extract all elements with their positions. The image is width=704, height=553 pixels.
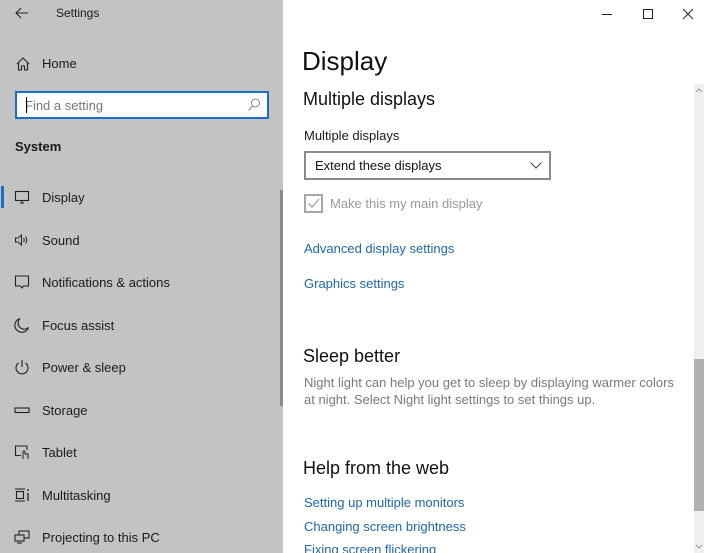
scrollbar-thumb[interactable]	[694, 359, 704, 511]
sidebar-item-label: Display	[42, 190, 85, 205]
sidebar-nav: Display Sound Notifications & actions Fo…	[1, 176, 284, 553]
maximize-icon	[643, 9, 653, 19]
speaker-icon	[15, 233, 28, 246]
storage-icon	[14, 406, 30, 413]
checkmark-icon	[308, 198, 320, 208]
sidebar-item-display[interactable]: Display	[1, 176, 284, 219]
sidebar-item-projecting[interactable]: Projecting to this PC	[1, 516, 284, 553]
sidebar-item-focus-assist[interactable]: Focus assist	[1, 304, 284, 347]
sidebar-item-label: Storage	[42, 402, 88, 418]
scroll-down-button[interactable]	[694, 541, 704, 553]
graphics-settings-link[interactable]: Graphics settings	[304, 276, 404, 291]
section-title-system: System	[15, 139, 62, 154]
minimize-icon	[602, 14, 612, 15]
advanced-display-settings-link[interactable]: Advanced display settings	[304, 241, 454, 256]
sidebar-item-label: Projecting to this PC	[42, 530, 160, 545]
title-bar: Settings	[1, 0, 284, 28]
close-button[interactable]	[668, 0, 704, 28]
multiple-displays-label: Multiple displays	[304, 128, 400, 143]
monitor-icon	[14, 190, 30, 204]
sidebar-item-power-sleep[interactable]: Power & sleep	[1, 346, 284, 389]
chevron-down-icon	[695, 544, 703, 549]
section-heading-multiple-displays: Multiple displays	[303, 89, 436, 109]
sidebar-item-label: Notifications & actions	[42, 275, 170, 290]
search-icon[interactable]	[247, 97, 261, 113]
section-heading-sleep-better: Sleep better	[303, 346, 401, 366]
section-heading-help: Help from the web	[303, 458, 450, 478]
text-caret	[26, 97, 27, 113]
scroll-up-button[interactable]	[694, 84, 704, 96]
sidebar: Settings Home System Display S	[0, 0, 283, 553]
sidebar-item-sound[interactable]: Sound	[1, 219, 284, 262]
moon-icon	[14, 317, 30, 333]
back-button[interactable]	[11, 3, 33, 23]
sidebar-item-notifications[interactable]: Notifications & actions	[1, 261, 284, 304]
sidebar-item-home[interactable]: Home	[1, 50, 284, 78]
chevron-down-icon	[530, 162, 542, 169]
sidebar-item-tablet[interactable]: Tablet	[1, 431, 284, 474]
main-content: Display Multiple displays Multiple displ…	[283, 0, 704, 553]
projecting-icon	[14, 530, 30, 544]
maximize-button[interactable]	[628, 0, 668, 28]
help-link-screen-brightness[interactable]: Changing screen brightness	[304, 519, 466, 534]
multiple-displays-dropdown[interactable]: Extend these displays	[304, 151, 551, 180]
sidebar-item-label: Sound	[42, 232, 80, 248]
sidebar-item-label: Power & sleep	[42, 360, 126, 375]
dropdown-selected-value: Extend these displays	[315, 158, 442, 173]
main-scrollbar[interactable]	[694, 84, 704, 553]
page-title: Display	[302, 46, 388, 76]
main-display-checkbox[interactable]: Make this my main display	[304, 193, 482, 213]
close-icon	[682, 8, 694, 20]
help-link-screen-flickering[interactable]: Fixing screen flickering	[304, 542, 436, 553]
search-input[interactable]	[17, 94, 237, 116]
sidebar-item-storage[interactable]: Storage	[1, 389, 284, 432]
back-arrow-icon	[15, 7, 28, 19]
chevron-up-icon	[695, 88, 703, 93]
search-box[interactable]	[15, 91, 269, 119]
checkbox-box[interactable]	[304, 193, 323, 213]
sidebar-item-multitasking[interactable]: Multitasking	[1, 474, 284, 517]
checkbox-label: Make this my main display	[330, 195, 483, 211]
multitasking-icon	[15, 487, 29, 502]
sleep-better-description: Night light can help you get to sleep by…	[304, 375, 674, 407]
sidebar-item-label: Focus assist	[42, 317, 115, 333]
sidebar-item-label: Tablet	[42, 445, 77, 460]
notification-icon	[14, 275, 30, 289]
minimize-button[interactable]	[587, 0, 627, 28]
help-link-multiple-monitors[interactable]: Setting up multiple monitors	[304, 495, 464, 510]
home-icon	[16, 57, 30, 71]
tablet-icon	[14, 445, 29, 459]
sidebar-item-label: Multitasking	[42, 487, 111, 503]
app-title: Settings	[56, 6, 100, 20]
home-label: Home	[42, 56, 77, 71]
power-icon	[15, 360, 29, 375]
